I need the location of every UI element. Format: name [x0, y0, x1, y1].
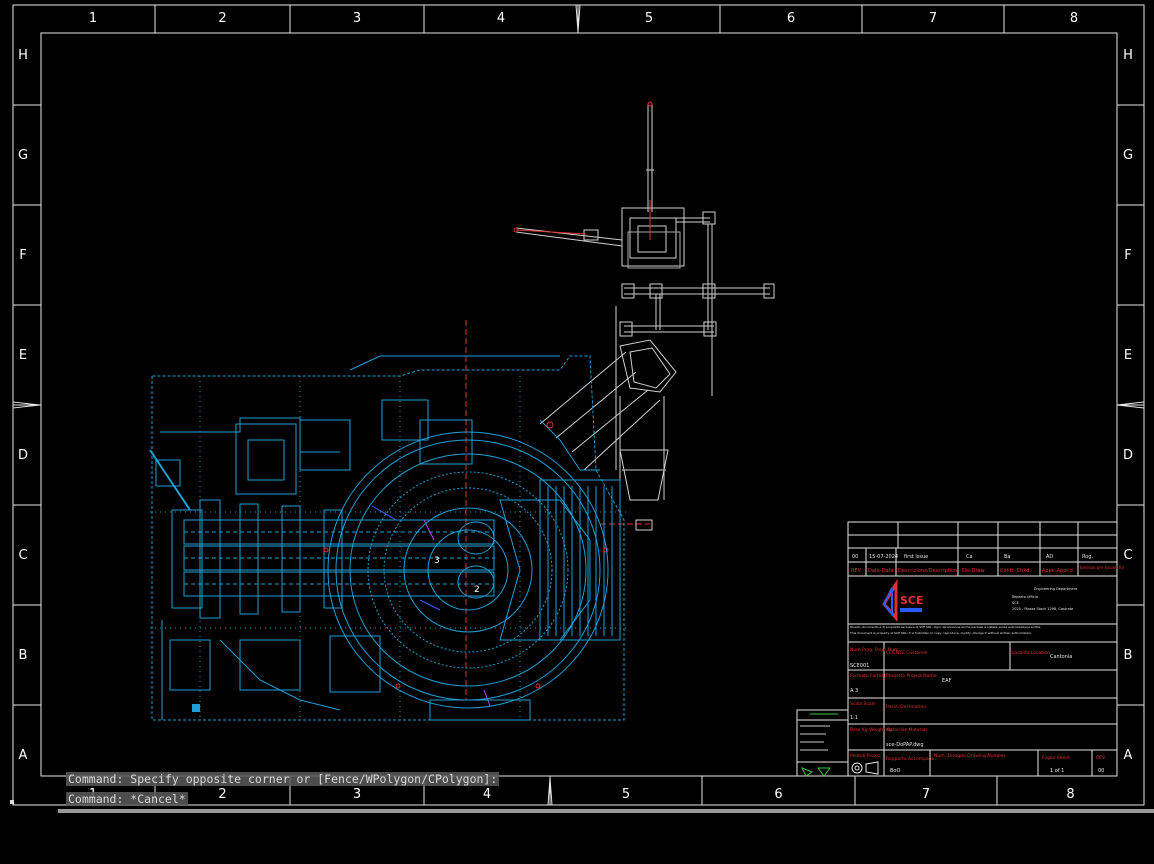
inner-border	[40, 32, 1118, 777]
frame-row-label-left: H	[18, 48, 28, 63]
frame-column-label-bottom: 8	[1066, 787, 1074, 802]
svg-text:Reparto Ufficio: Reparto Ufficio	[1012, 595, 1038, 599]
ucs-origin-marker	[10, 800, 14, 804]
svg-text:Rog.: Rog.	[1082, 554, 1093, 560]
frame-row-label-right: A	[1124, 748, 1133, 763]
svg-text:15-07-2024: 15-07-2024	[869, 554, 898, 560]
frame-row-label-left: C	[18, 548, 27, 563]
svg-text:sce-DoPAP.dwg: sce-DoPAP.dwg	[886, 742, 924, 748]
title-block	[796, 521, 1118, 777]
frame-row-label-left: B	[19, 648, 28, 663]
svg-text:REV.: REV.	[851, 568, 862, 574]
svg-text:Ca: Ca	[966, 554, 973, 560]
frame-column-label-bottom: 2	[218, 787, 226, 802]
frame-labels: 1122334455667788HHGGFFEEDDCCBBAA	[18, 11, 1133, 802]
frame-column-label-top: 6	[787, 11, 795, 26]
svg-text:Dis-Draw: Dis-Draw	[962, 568, 985, 574]
svg-text:Cantonia: Cantonia	[1050, 654, 1072, 660]
inclined-conveyor	[539, 339, 677, 531]
furnace-layout	[149, 355, 630, 721]
frame-column-label-top: 8	[1070, 11, 1078, 26]
svg-text:Engineering Department: Engineering Department	[1034, 587, 1078, 591]
frame-column-label-top: 5	[645, 11, 653, 26]
frame-row-label-left: A	[19, 748, 28, 763]
command-prompt-line[interactable]: Command: *Cancel*	[66, 792, 188, 806]
frame-row-label-right: E	[1124, 348, 1132, 363]
svg-text:This document is property of S: This document is property of SCE SRL; it…	[849, 631, 1032, 635]
approval-stamps-icon	[800, 713, 838, 777]
svg-text:A 3: A 3	[850, 688, 858, 694]
projection-symbol-icon	[851, 761, 879, 775]
frame-row-label-right: B	[1124, 648, 1133, 663]
svg-text:SCE001: SCE001	[850, 663, 869, 669]
frame-column-label-top: 4	[497, 11, 505, 26]
svg-text:first issue: first issue	[904, 554, 928, 560]
sce-logo: SCE	[882, 578, 924, 623]
svg-text:Num. Disegno Drawing Number: Num. Disegno Drawing Number	[934, 753, 1006, 759]
frame-row-label-right: G	[1123, 148, 1133, 163]
svg-text:Rapporto Accompagn.: Rapporto Accompagn.	[886, 756, 936, 762]
svg-text:Ba: Ba	[1004, 554, 1011, 560]
title-block-text: 00 15-07-2024 first issue Ca Ba AD Rog. …	[849, 554, 1125, 774]
svg-text:00: 00	[852, 554, 858, 560]
svg-text:SCE: SCE	[900, 594, 924, 607]
svg-text:00: 00	[1098, 768, 1104, 774]
frame-column-label-bottom: 6	[774, 787, 782, 802]
svg-text:2025 - Piazza Stock 1298, Cast: 2025 - Piazza Stock 1298, Castrate	[1012, 607, 1073, 611]
frame-column-label-top: 2	[218, 11, 226, 26]
svg-text:Appr.-Appr.d: Appr.-Appr.d	[1042, 568, 1073, 574]
frame-column-label-bottom: 7	[922, 787, 930, 802]
svg-text:Descrizione/Description: Descrizione/Description	[898, 568, 957, 574]
frame-row-label-right: C	[1123, 548, 1132, 563]
frame-column-label-bottom: 4	[483, 787, 491, 802]
frame-column-label-bottom: 3	[353, 787, 361, 802]
frame-column-label-bottom: 5	[622, 787, 630, 802]
svg-text:Località Location: Località Location	[1012, 649, 1050, 656]
callout-2: 2	[474, 585, 480, 595]
svg-text:Emesso per Issued for: Emesso per Issued for	[1080, 565, 1125, 570]
svg-text:1 of 1: 1 of 1	[1050, 768, 1064, 774]
frame-row-label-right: D	[1123, 448, 1133, 463]
svg-text:REV.: REV.	[1096, 755, 1106, 761]
svg-text:Progetto Project Name: Progetto Project Name	[886, 673, 937, 679]
frame-grid	[12, 4, 1145, 806]
svg-text:Posiz. Destination: Posiz. Destination	[886, 704, 926, 710]
frame-row-label-left: D	[18, 448, 28, 463]
svg-text:BoO: BoO	[890, 768, 900, 774]
svg-text:Contr.-Chkd: Contr.-Chkd	[1000, 568, 1029, 574]
status-bar	[0, 813, 1154, 864]
svg-text:Scala Scale: Scala Scale	[850, 701, 876, 707]
frame-column-label-top: 7	[929, 11, 937, 26]
svg-text:AD: AD	[1046, 554, 1053, 560]
svg-text:Materiale Material: Materiale Material	[886, 727, 927, 733]
frame-row-label-left: F	[19, 248, 26, 263]
command-history-line: Command: Specify opposite corner or [Fen…	[66, 772, 500, 786]
crane-mechanism	[515, 104, 775, 470]
drawing-canvas[interactable]: 1122334455667788HHGGFFEEDDCCBBAA	[0, 0, 1154, 864]
svg-text:1:1: 1:1	[850, 715, 858, 721]
frame-row-label-left: G	[18, 148, 28, 163]
svg-text:SCE: SCE	[1012, 601, 1019, 605]
frame-row-label-left: E	[19, 348, 27, 363]
outer-border	[12, 4, 1145, 806]
frame-row-label-right: F	[1124, 248, 1131, 263]
svg-text:EAF: EAF	[942, 678, 952, 684]
svg-text:Foglio Sheet: Foglio Sheet	[1042, 755, 1070, 761]
svg-text:Metodi Proiez.: Metodi Proiez.	[850, 753, 882, 759]
frame-column-label-top: 3	[353, 11, 361, 26]
callout-3: 3	[434, 556, 440, 566]
svg-text:Date-Data: Date-Data	[868, 568, 894, 574]
svg-text:CLIENTE Customer: CLIENTE Customer	[886, 650, 928, 656]
svg-text:Questo documento è di propriet: Questo documento è di proprietà esclusiv…	[850, 625, 1041, 629]
frame-column-label-top: 1	[89, 11, 97, 26]
frame-row-label-right: H	[1123, 48, 1133, 63]
svg-text:Formato Format: Formato Format	[850, 673, 886, 679]
